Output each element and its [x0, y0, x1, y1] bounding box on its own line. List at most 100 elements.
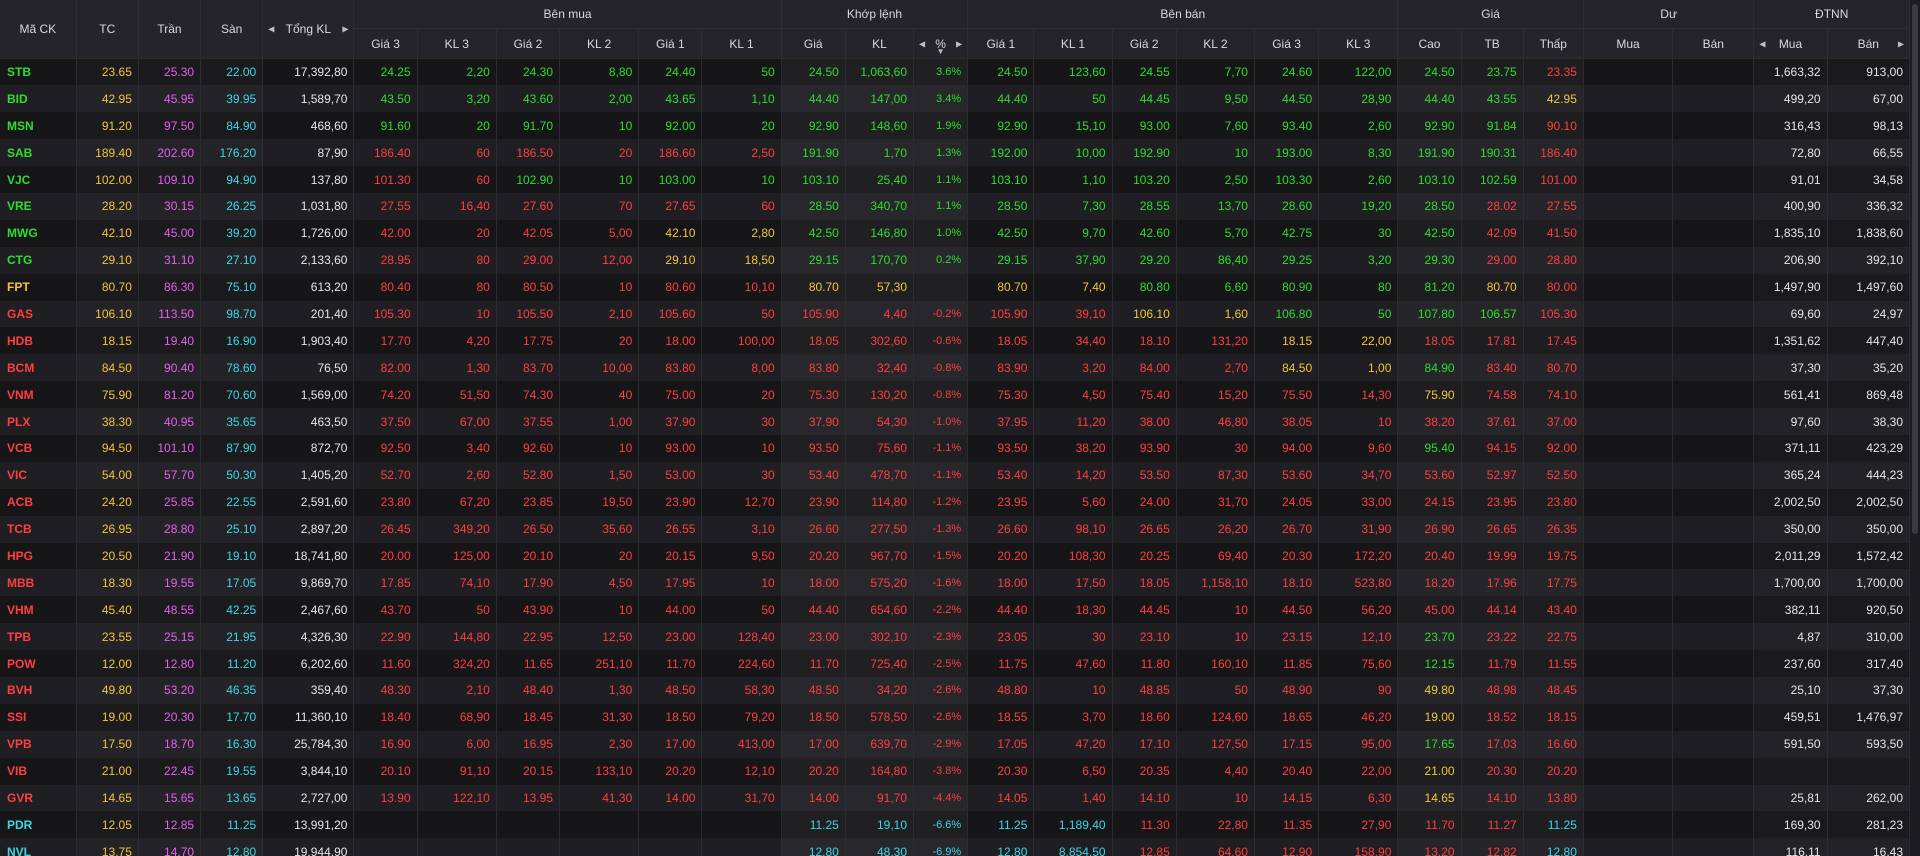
table-row[interactable]: VPB 17.50 18.70 16.30 25,784,30 16.90 6,00 16.9…: [0, 730, 1910, 758]
col-low[interactable]: Thấp: [1523, 28, 1584, 59]
table-row[interactable]: PDR 12.05 12.85 11.25 13,991,20 11.25 19,10 -6.…: [0, 811, 1910, 839]
sort-desc-icon[interactable]: ▼: [937, 47, 945, 56]
symbol-cell[interactable]: PDR: [0, 811, 77, 839]
table-row[interactable]: GAS 106.10 113.50 98.70 201,40 105.30 10 105.50…: [0, 300, 1910, 328]
table-row[interactable]: TPB 23.55 25.15 21.95 4,326,30 22.90 144,80 22.…: [0, 623, 1910, 651]
symbol-cell[interactable]: HPG: [0, 542, 77, 570]
table-row[interactable]: SAB 189.40 202.60 176.20 87,90 186.40 60 186.50…: [0, 139, 1910, 167]
symbol-cell[interactable]: STB: [0, 58, 77, 86]
col-foreign-buy[interactable]: ◀ Mua: [1753, 28, 1828, 59]
symbol-cell[interactable]: FPT: [0, 273, 77, 301]
col-ceiling-price[interactable]: Trần: [138, 0, 202, 59]
symbol-cell[interactable]: SSI: [0, 703, 77, 731]
table-row[interactable]: BCM 84.50 90.40 78.60 76,50 82.00 1,30 83.70 10,…: [0, 354, 1910, 382]
symbol-cell[interactable]: MBB: [0, 569, 77, 597]
col-ref-price[interactable]: TC: [76, 0, 139, 59]
scrollbar-thumb[interactable]: [1912, 4, 1918, 534]
table-row[interactable]: VIB 21.00 22.45 19.55 3,844,10 20.10 91,10 20.1…: [0, 757, 1910, 785]
col-bid-vol-3[interactable]: KL 3: [417, 28, 497, 59]
table-row[interactable]: FPT 80.70 86.30 75.10 613,20 80.40 80 80.50 10 80…: [0, 273, 1910, 301]
col-ask-vol-2[interactable]: KL 2: [1176, 28, 1255, 59]
bid-vol-3-cell: 67,00: [417, 408, 497, 435]
toggle-left-arrow-icon[interactable]: ◀: [919, 39, 925, 48]
symbol-cell[interactable]: VPB: [0, 730, 77, 758]
symbol-cell[interactable]: VNM: [0, 381, 77, 409]
col-bid-price-3[interactable]: Giá 3: [353, 28, 418, 59]
table-row[interactable]: STB 23.65 25.30 22.00 17,392,80 24.25 2,20 24.3…: [0, 58, 1910, 86]
col-match-price[interactable]: Giá: [781, 28, 846, 59]
symbol-cell[interactable]: CTG: [0, 246, 77, 274]
col-bid-price-2[interactable]: Giá 2: [496, 28, 561, 59]
col-floor-price[interactable]: Sàn: [200, 0, 264, 59]
scroll-left-arrow-icon[interactable]: ◀: [268, 25, 274, 34]
col-average[interactable]: TB: [1461, 28, 1524, 59]
symbol-cell[interactable]: VRE: [0, 192, 77, 220]
symbol-cell[interactable]: TCB: [0, 515, 77, 543]
symbol-cell[interactable]: VJC: [0, 166, 77, 193]
table-row[interactable]: POW 12.00 12.80 11.20 6,202,60 11.60 324,20 11.…: [0, 650, 1910, 677]
symbol-cell[interactable]: MSN: [0, 112, 77, 140]
col-symbol[interactable]: Mã CK: [0, 0, 77, 59]
toggle-right-arrow-icon[interactable]: ▶: [956, 39, 962, 48]
col-ask-price-2[interactable]: Giá 2: [1112, 28, 1177, 59]
symbol-cell[interactable]: SAB: [0, 139, 77, 167]
col-bid-vol-2[interactable]: KL 2: [559, 28, 640, 59]
foreign-right-arrow-icon[interactable]: ▶: [1898, 39, 1904, 48]
table-row[interactable]: CTG 29.10 31.10 27.10 2,133,60 28.95 80 29.00 12…: [0, 246, 1910, 274]
col-bid-price-1[interactable]: Giá 1: [638, 28, 703, 59]
col-bid-vol-1[interactable]: KL 1: [701, 28, 782, 59]
table-row[interactable]: MBB 18.30 19.55 17.05 9,869,70 17.85 74,10 17.9…: [0, 569, 1910, 597]
symbol-cell[interactable]: BCM: [0, 354, 77, 382]
table-row[interactable]: BID 42.95 45.95 39.95 1,589,70 43.50 3,20 43.60…: [0, 85, 1910, 113]
symbol-cell[interactable]: MWG: [0, 219, 77, 247]
bid-price-3-cell: 20.10: [353, 757, 418, 785]
table-row[interactable]: NVL 13.75 14.70 12.80 19,944,90 12.80 48,30 -6.…: [0, 838, 1910, 856]
col-foreign-sell[interactable]: Bán ▶: [1827, 28, 1910, 59]
symbol-cell[interactable]: BID: [0, 85, 77, 113]
col-ask-vol-1[interactable]: KL 1: [1033, 28, 1113, 59]
vertical-scrollbar[interactable]: [1910, 0, 1920, 856]
foreign-left-arrow-icon[interactable]: ◀: [1759, 39, 1765, 48]
symbol-cell[interactable]: VIB: [0, 757, 77, 785]
symbol-cell[interactable]: VCB: [0, 434, 77, 462]
table-row[interactable]: HDB 18.15 19.40 16.90 1,903,40 17.70 4,20 17.75…: [0, 327, 1910, 355]
table-row[interactable]: VHM 45.40 48.55 42.25 2,467,60 43.70 50 43.90 10…: [0, 596, 1910, 624]
col-ask-vol-3[interactable]: KL 3: [1318, 28, 1399, 59]
symbol-cell[interactable]: VIC: [0, 461, 77, 489]
symbol-cell[interactable]: PLX: [0, 408, 77, 435]
table-row[interactable]: SSI 19.00 20.30 17.70 11,360,10 18.40 68,90 18.…: [0, 703, 1910, 731]
col-high[interactable]: Cao: [1397, 28, 1462, 59]
table-row[interactable]: TCB 26.95 28.80 25.10 2,897,20 26.45 349,20 26.…: [0, 515, 1910, 543]
col-ask-price-3[interactable]: Giá 3: [1254, 28, 1320, 59]
table-row[interactable]: VJC 102.00 109.10 94.90 137,80 101.30 60 102.90…: [0, 166, 1910, 193]
symbol-cell[interactable]: GVR: [0, 784, 77, 812]
table-row[interactable]: VNM 75.90 81.20 70.60 1,569,00 74.20 51,50 74.3…: [0, 381, 1910, 409]
symbol-cell[interactable]: TPB: [0, 623, 77, 651]
table-row[interactable]: GVR 14.65 15.65 13.65 2,727,00 13.90 122,10 13.…: [0, 784, 1910, 812]
ref-price-cell: 23.55: [76, 623, 139, 651]
col-match-percent[interactable]: ◀ % ▼ ▶: [913, 28, 969, 59]
symbol-cell[interactable]: HDB: [0, 327, 77, 355]
table-row[interactable]: VCB 94.50 101.10 87.90 872,70 92.50 3,40 92.60 1…: [0, 434, 1910, 462]
symbol-cell[interactable]: ACB: [0, 488, 77, 516]
table-row[interactable]: ACB 24.20 25.85 22.55 2,591,60 23.80 67,20 23.8…: [0, 488, 1910, 516]
scroll-right-arrow-icon[interactable]: ▶: [342, 25, 348, 34]
table-row[interactable]: PLX 38.30 40.95 35.65 463,50 37.50 67,00 37.55 1…: [0, 408, 1910, 435]
table-row[interactable]: MWG 42.10 45.00 39.20 1,726,00 42.00 20 42.05 5,…: [0, 219, 1910, 247]
symbol-cell[interactable]: POW: [0, 650, 77, 677]
symbol-cell[interactable]: BVH: [0, 676, 77, 704]
table-row[interactable]: VIC 54.00 57.70 50.30 1,405,20 52.70 2,60 52.80…: [0, 461, 1910, 489]
col-remaining-bid[interactable]: Mua: [1583, 28, 1674, 59]
col-total-volume[interactable]: ◀ Tổng KL ▶: [262, 0, 355, 59]
symbol-cell[interactable]: VHM: [0, 596, 77, 624]
col-ask-price-1[interactable]: Giá 1: [967, 28, 1035, 59]
match-price-cell: 42.50: [781, 219, 846, 247]
table-row[interactable]: VRE 28.20 30.15 26.25 1,031,80 27.55 16,40 27.6…: [0, 192, 1910, 220]
col-match-volume[interactable]: KL: [845, 28, 915, 59]
table-row[interactable]: BVH 49.80 53.20 46.35 359,40 48.30 2,10 48.40 1,…: [0, 676, 1910, 704]
col-remaining-ask[interactable]: Bán: [1672, 28, 1755, 59]
table-row[interactable]: MSN 91.20 97.50 84.90 468,60 91.60 20 91.70 10 92…: [0, 112, 1910, 140]
symbol-cell[interactable]: NVL: [0, 838, 77, 856]
symbol-cell[interactable]: GAS: [0, 300, 77, 328]
table-row[interactable]: HPG 20.50 21.90 19.10 18,741,80 20.00 125,00 20…: [0, 542, 1910, 570]
